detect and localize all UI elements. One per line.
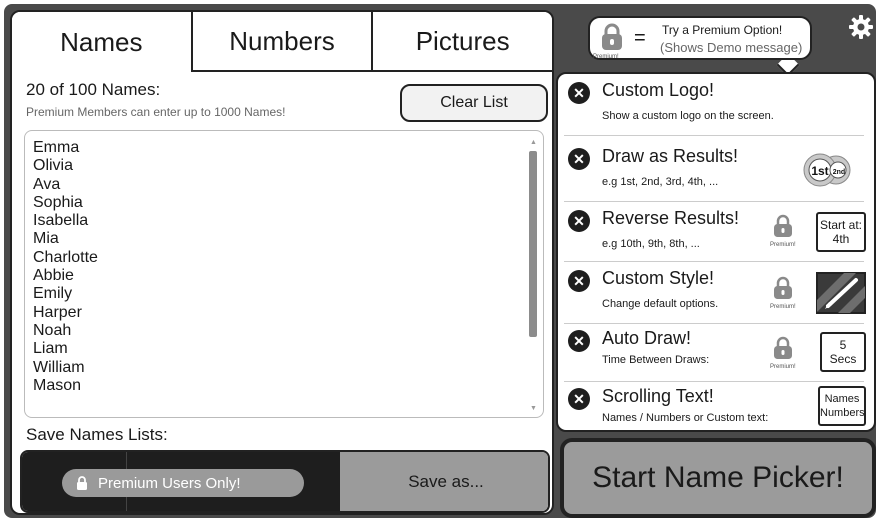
option-subtitle: Show a custom logo on the screen. bbox=[602, 110, 774, 122]
bubble-subtitle: (Shows Demo message) bbox=[660, 40, 803, 55]
premium-lock: Premium! bbox=[770, 336, 796, 370]
option-custom-logo[interactable]: ✕ Custom Logo! Show a custom logo on the… bbox=[564, 78, 864, 136]
premium-legend-bubble: Premium! = Try a Premium Option! (Shows … bbox=[588, 16, 812, 60]
list-item: Mason bbox=[33, 376, 82, 394]
list-item: Emily bbox=[33, 285, 73, 303]
list-item: Olivia bbox=[33, 157, 74, 175]
disabled-x-icon[interactable]: ✕ bbox=[568, 148, 590, 170]
list-item: Abbie bbox=[33, 267, 74, 285]
lock-icon bbox=[77, 475, 87, 490]
option-scrolling-text[interactable]: ✕ Scrolling Text! Names / Numbers or Cus… bbox=[564, 384, 866, 430]
list-item: Noah bbox=[33, 321, 72, 339]
option-subtitle: Time Between Draws: bbox=[602, 354, 710, 366]
interval-value: 5 bbox=[839, 338, 847, 352]
names-count: 20 of 100 Names: bbox=[26, 80, 161, 99]
premium-caption: Premium! bbox=[770, 304, 796, 310]
tab-names[interactable]: Names bbox=[12, 12, 193, 72]
option-title: Scrolling Text! bbox=[602, 386, 714, 406]
option-reverse-results[interactable]: ✕ Reverse Results! e.g 10th, 9th, 8th, .… bbox=[564, 206, 866, 262]
scroll-down-arrow-icon[interactable]: ▼ bbox=[530, 405, 537, 412]
equals-sign: = bbox=[634, 27, 646, 49]
list-item: Liam bbox=[33, 340, 68, 358]
premium-caption: Premium! bbox=[593, 54, 619, 60]
names-panel: Names Numbers Pictures 20 of 100 Names: … bbox=[10, 10, 554, 515]
lock-icon bbox=[773, 214, 792, 237]
premium-caption: Premium! bbox=[770, 242, 796, 248]
start-at-box[interactable]: Start at: 4th bbox=[816, 212, 866, 252]
premium-only-badge: Premium Users Only! bbox=[62, 469, 304, 497]
disabled-x-icon[interactable]: ✕ bbox=[568, 270, 590, 292]
options-panel: ✕ Custom Logo! Show a custom logo on the… bbox=[556, 72, 876, 432]
list-item: William bbox=[33, 358, 85, 376]
premium-only-text: Premium Users Only! bbox=[98, 474, 241, 492]
list-item: Isabella bbox=[33, 212, 89, 230]
option-title: Reverse Results! bbox=[602, 208, 740, 228]
disabled-x-icon[interactable]: ✕ bbox=[568, 388, 590, 410]
source-names: Names bbox=[824, 393, 860, 405]
option-subtitle: e.g 1st, 2nd, 3rd, 4th, ... bbox=[602, 176, 719, 188]
start-at-value: 4th bbox=[832, 232, 850, 246]
list-item: Emma bbox=[33, 139, 80, 156]
second-medal-label: 2nd bbox=[833, 169, 845, 176]
tab-numbers[interactable]: Numbers bbox=[192, 12, 374, 72]
option-custom-style[interactable]: ✕ Custom Style! Change default options. … bbox=[564, 266, 866, 324]
saved-lists-slot[interactable]: Premium Users Only! bbox=[22, 452, 340, 511]
tab-pictures[interactable]: Pictures bbox=[373, 12, 552, 72]
option-title: Draw as Results! bbox=[602, 146, 739, 166]
premium-lock: Premium! bbox=[770, 214, 796, 248]
scrollbar-thumb[interactable] bbox=[529, 151, 537, 337]
save-as-button[interactable]: Save as... bbox=[340, 452, 548, 511]
source-numbers: Numbers bbox=[820, 407, 865, 419]
gear-icon[interactable] bbox=[848, 14, 874, 40]
clear-list-button[interactable]: Clear List bbox=[400, 84, 548, 122]
draw-interval-box[interactable]: 5 Secs bbox=[820, 332, 866, 372]
list-item: Harper bbox=[33, 303, 82, 321]
names-textarea[interactable]: Emma Olivia Ava Sophia Isabella Mia Char… bbox=[24, 130, 544, 418]
first-medal-label: 1st bbox=[811, 164, 828, 178]
list-item: Ava bbox=[33, 175, 61, 193]
option-title: Custom Style! bbox=[602, 268, 715, 288]
lock-icon bbox=[598, 22, 626, 57]
premium-note: Premium Members can enter up to 1000 Nam… bbox=[26, 105, 286, 119]
save-lists-label: Save Names Lists: bbox=[26, 425, 168, 444]
lock-icon bbox=[773, 336, 792, 359]
start-at-label: Start at: bbox=[819, 218, 863, 232]
interval-unit: Secs bbox=[829, 352, 857, 366]
disabled-x-icon[interactable]: ✕ bbox=[568, 210, 590, 232]
names-list: Emma Olivia Ava Sophia Isabella Mia Char… bbox=[33, 139, 98, 395]
premium-lock: Premium! bbox=[770, 276, 796, 310]
scroll-up-arrow-icon[interactable]: ▲ bbox=[530, 139, 537, 146]
scrollbar[interactable]: ▲ ▼ bbox=[529, 139, 537, 412]
medals-icon: 1st 2nd bbox=[803, 153, 851, 187]
tab-bar: Names Numbers Pictures bbox=[12, 12, 552, 72]
list-item: Mia bbox=[33, 230, 59, 248]
option-auto-draw[interactable]: ✕ Auto Draw! Time Between Draws: Premium… bbox=[564, 326, 866, 382]
option-title: Custom Logo! bbox=[602, 80, 715, 100]
start-name-picker-button[interactable]: Start Name Picker! bbox=[560, 438, 876, 518]
option-draw-as-results[interactable]: ✕ Draw as Results! e.g 1st, 2nd, 3rd, 4t… bbox=[564, 144, 864, 202]
option-subtitle: Names / Numbers or Custom text: bbox=[602, 412, 769, 424]
save-bar: Premium Users Only! Save as... bbox=[20, 450, 550, 513]
option-subtitle: Change default options. bbox=[602, 298, 719, 310]
list-item: Charlotte bbox=[33, 248, 98, 266]
option-title: Auto Draw! bbox=[602, 328, 692, 348]
list-item: Sophia bbox=[33, 193, 83, 211]
scrolling-source-box[interactable]: Names Numbers bbox=[818, 386, 866, 426]
premium-caption: Premium! bbox=[770, 364, 796, 370]
disabled-x-icon[interactable]: ✕ bbox=[568, 330, 590, 352]
bubble-title: Try a Premium Option! bbox=[662, 23, 783, 37]
disabled-x-icon[interactable]: ✕ bbox=[568, 82, 590, 104]
option-subtitle: e.g 10th, 9th, 8th, ... bbox=[602, 238, 700, 250]
lock-icon bbox=[773, 276, 792, 299]
paintbrush-icon[interactable] bbox=[816, 272, 866, 314]
